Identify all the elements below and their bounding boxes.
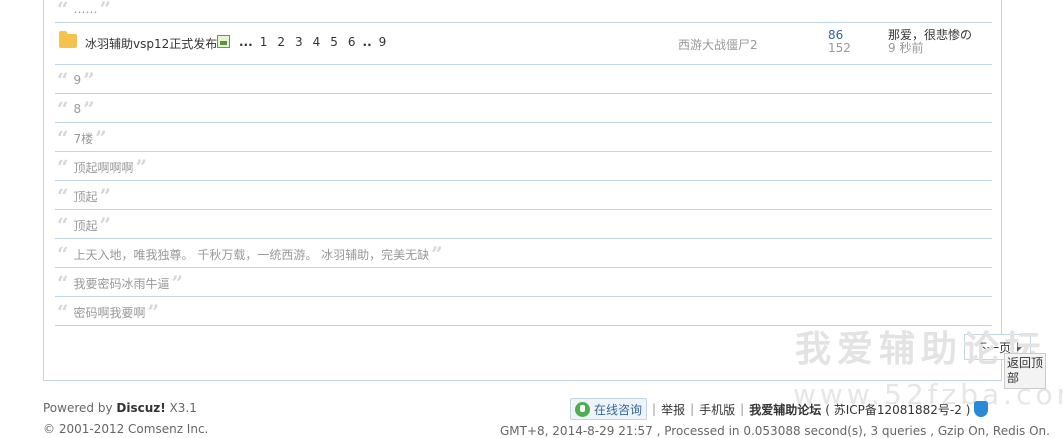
site-name-link[interactable]: 我爱辅助论坛: [749, 401, 821, 418]
list-item: “ 上天入地，唯我独尊。 千秋万载，一统西游。 冰羽辅助，完美无缺”: [55, 239, 992, 268]
page-link-6[interactable]: 6: [343, 35, 361, 49]
close-quote-icon: ”: [83, 97, 95, 121]
open-quote-icon: “: [57, 242, 69, 266]
back-to-top-button[interactable]: 返回顶部: [1004, 353, 1046, 389]
page-ellipsis: ..: [362, 35, 372, 49]
close-quote-icon: ”: [171, 271, 184, 295]
icp-link[interactable]: ( 苏ICP备12081882号-2 ): [825, 401, 970, 418]
quote-text: 顶起: [73, 189, 98, 204]
list-item: “ 9”: [55, 65, 992, 94]
list-item: “ 顶起”: [55, 181, 992, 210]
page-link-3[interactable]: 3: [290, 35, 308, 49]
quote-text: 9: [73, 73, 82, 87]
quote-text: 7楼: [73, 131, 94, 146]
page-ellipsis: ...: [239, 35, 253, 49]
open-quote-icon: “: [57, 97, 69, 121]
page-link-9[interactable]: 9: [374, 35, 392, 49]
quote-text: ……: [73, 2, 98, 16]
open-quote-icon: “: [57, 300, 69, 324]
report-link[interactable]: 举报: [661, 401, 685, 418]
thread-pagination: ... 1 2 3 4 5 6 .. 9: [237, 35, 391, 49]
close-quote-icon: ”: [95, 126, 107, 150]
image-attachment-icon: [217, 35, 230, 48]
mobile-link[interactable]: 手机版: [699, 401, 735, 418]
view-count: 152: [828, 41, 851, 55]
open-quote-icon: “: [57, 126, 69, 150]
open-quote-icon: “: [57, 0, 69, 21]
close-quote-icon: ”: [99, 213, 112, 237]
quote-text: 8: [73, 102, 82, 116]
quote-text: 顶起啊啊啊: [73, 160, 134, 175]
thread-author-link[interactable]: 西游大战僵尸2: [678, 36, 758, 53]
close-quote-icon: ”: [99, 0, 112, 21]
list-item: “ 我要密码冰雨牛逼”: [55, 268, 992, 297]
list-item: “ 顶起”: [55, 210, 992, 239]
open-quote-icon: “: [57, 68, 69, 92]
divider: |: [740, 402, 745, 416]
open-quote-icon: “: [57, 213, 69, 237]
close-quote-icon: ”: [147, 300, 160, 324]
thread-row[interactable]: 冰羽辅助vsp12正式发布 ... 1 2 3 4 5 6 .. 9 西游大战僵…: [55, 24, 992, 65]
page-link-4[interactable]: 4: [308, 35, 326, 49]
open-quote-icon: “: [57, 184, 69, 208]
quote-text: 上天入地，唯我独尊。 千秋万载，一统西游。 冰羽辅助，完美无缺: [73, 247, 430, 262]
page-link-5[interactable]: 5: [325, 35, 343, 49]
page-link-1[interactable]: 1: [255, 35, 273, 49]
last-post-time[interactable]: 9 秒前: [888, 42, 923, 55]
list-item: “ 8”: [55, 94, 992, 123]
list-item: “ 顶起啊啊啊”: [55, 152, 992, 181]
discuz-link[interactable]: Discuz!: [116, 401, 165, 415]
open-quote-icon: “: [57, 155, 69, 179]
online-consult-button[interactable]: 在线咨询: [570, 398, 648, 420]
list-item: “ 7楼”: [55, 123, 992, 152]
close-quote-icon: ”: [83, 68, 95, 92]
copyright: © 2001-2012 Comsenz Inc.: [43, 422, 209, 436]
page-link-2[interactable]: 2: [272, 35, 290, 49]
powered-by: Powered by Discuz! X3.1: [43, 401, 197, 415]
qq-icon: [575, 401, 590, 417]
footer-links: 在线咨询 | 举报 | 手机版 | 我爱辅助论坛 ( 苏ICP备12081882…: [570, 398, 989, 420]
folder-icon: [59, 31, 77, 48]
server-stats: GMT+8, 2014-8-29 21:57 , Processed in 0.…: [500, 424, 1050, 438]
open-quote-icon: “: [57, 271, 69, 295]
list-item: “ …… ”: [55, 0, 992, 23]
quote-text: 密码啊我要啊: [73, 305, 146, 320]
quote-text: 顶起: [73, 218, 98, 233]
shield-icon[interactable]: [974, 401, 989, 417]
divider: |: [652, 402, 657, 416]
thread-title-link[interactable]: 冰羽辅助vsp12正式发布: [85, 35, 217, 52]
close-quote-icon: ”: [99, 184, 112, 208]
close-quote-icon: ”: [135, 155, 148, 179]
divider: |: [690, 402, 695, 416]
quote-text: 我要密码冰雨牛逼: [73, 276, 170, 291]
close-quote-icon: ”: [431, 242, 443, 266]
